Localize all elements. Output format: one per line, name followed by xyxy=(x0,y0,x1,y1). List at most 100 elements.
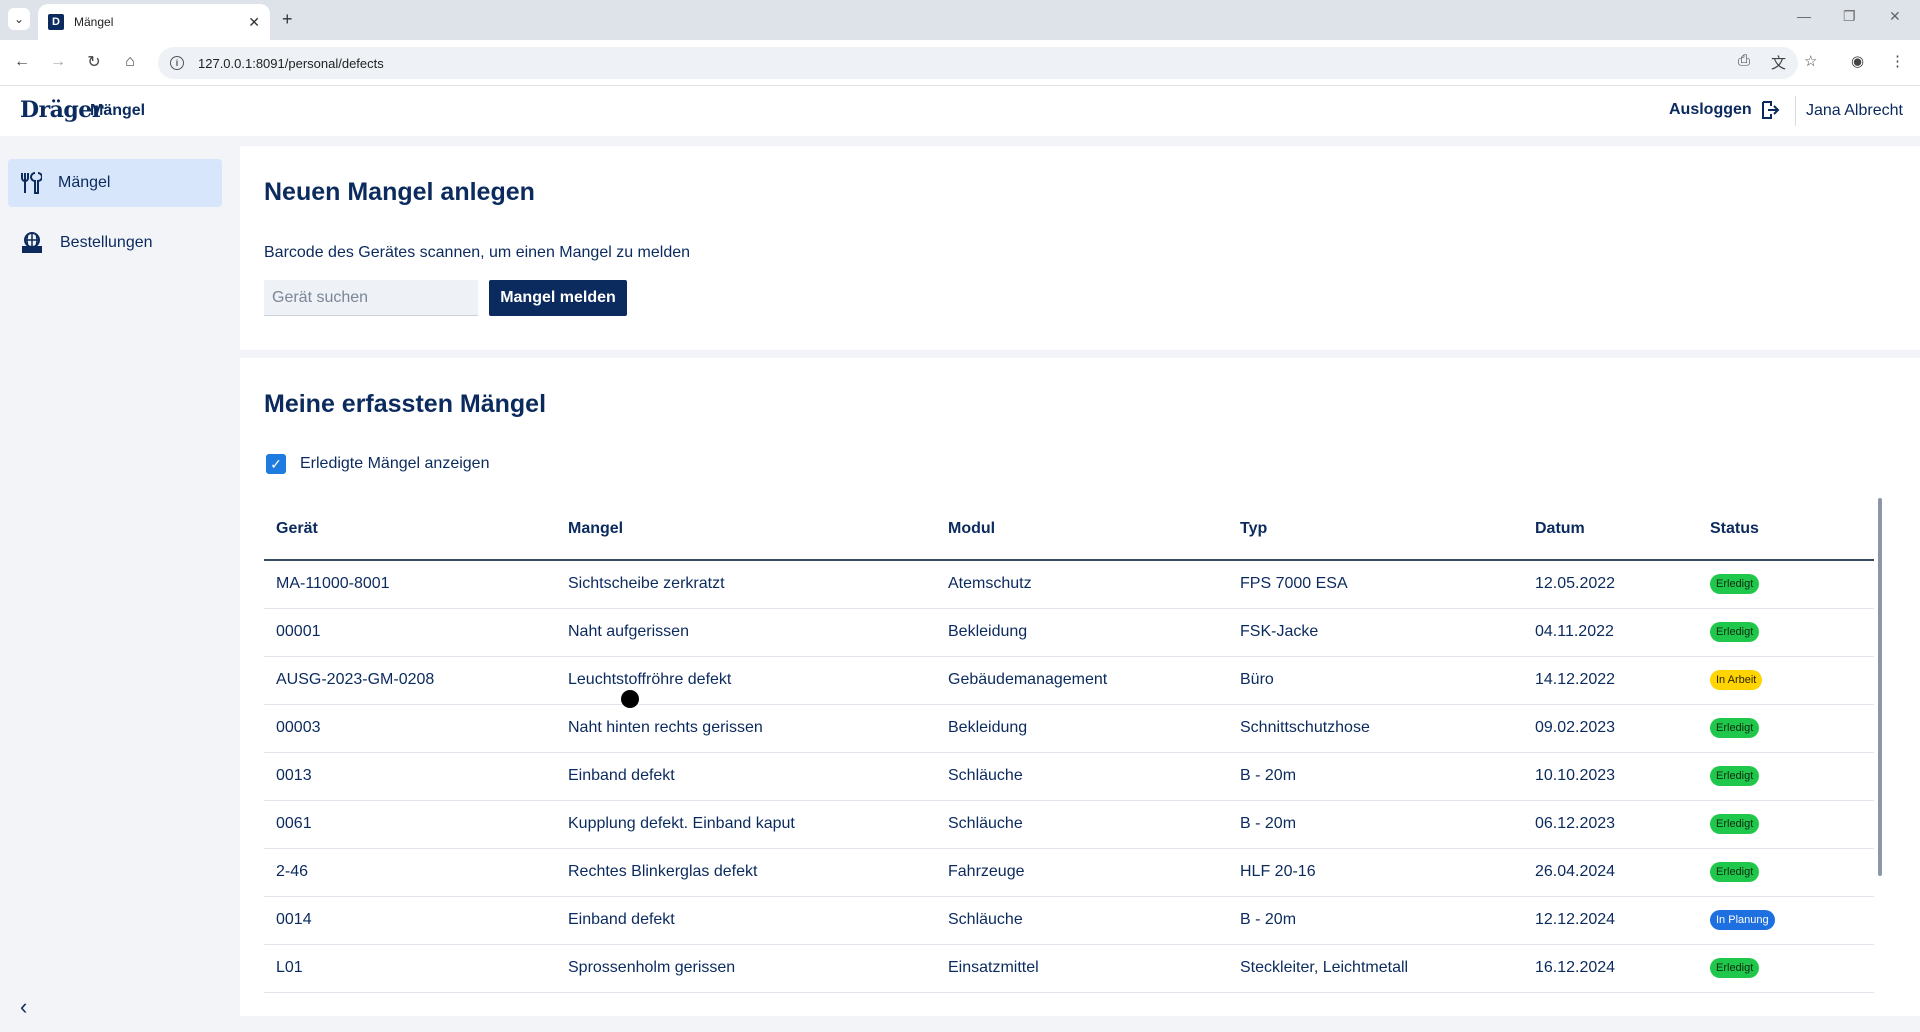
close-window-icon[interactable]: ✕ xyxy=(1889,8,1901,25)
cell-typ: FSK-Jacke xyxy=(1228,608,1523,657)
cell-typ: B - 20m xyxy=(1228,800,1523,849)
restore-icon[interactable]: ❐ xyxy=(1843,8,1856,25)
report-defect-button[interactable]: Mangel melden xyxy=(489,280,627,316)
column-header-datum[interactable]: Datum xyxy=(1523,498,1698,561)
close-tab-icon[interactable]: ✕ xyxy=(248,14,260,31)
cell-modul: Fahrzeuge xyxy=(936,848,1228,897)
cell-status: Erledigt xyxy=(1698,800,1874,849)
table-row[interactable]: 2-46 Rechtes Blinkerglas defekt Fahrzeuge H… xyxy=(264,848,1874,897)
create-defect-title: Neuen Mangel anlegen xyxy=(264,178,535,206)
status-badge: Erledigt xyxy=(1710,862,1760,882)
url-field[interactable]: i 127.0.0.1:8091/personal/defects xyxy=(158,47,1798,79)
cell-geraet: 00001 xyxy=(264,608,556,657)
mouse-cursor-indicator xyxy=(621,690,639,708)
sidebar-item-bestellungen[interactable]: Bestellungen xyxy=(8,219,222,267)
status-badge: Erledigt xyxy=(1710,958,1760,978)
profile-icon[interactable]: ◉ xyxy=(1851,52,1864,70)
status-badge: Erledigt xyxy=(1710,814,1760,834)
cell-status: Erledigt xyxy=(1698,848,1874,897)
column-header-modul[interactable]: Modul xyxy=(936,498,1228,561)
cell-mangel: Naht hinten rechts gerissen xyxy=(556,704,936,753)
sidebar-item-label: Mängel xyxy=(58,174,111,191)
translate-icon[interactable]: 文 xyxy=(1771,52,1786,73)
cell-mangel: Kupplung defekt. Einband kaput xyxy=(556,800,936,849)
cell-typ: HLF 20-16 xyxy=(1228,848,1523,897)
tab-search-chevron-icon[interactable]: ⌄ xyxy=(8,8,30,30)
device-search-input[interactable] xyxy=(264,280,478,316)
back-icon[interactable]: ← xyxy=(10,50,34,74)
globe-box-icon xyxy=(22,232,42,253)
cell-typ: Büro xyxy=(1228,656,1523,705)
table-row[interactable]: 0013 Einband defekt Schläuche B - 20m 10.10.… xyxy=(264,752,1874,801)
status-badge: Erledigt xyxy=(1710,718,1760,738)
column-header-geraet[interactable]: Gerät xyxy=(264,498,556,561)
defects-list-title: Meine erfassten Mängel xyxy=(264,390,547,418)
defects-list-card: Meine erfassten Mängel ✓ Erledigte Mänge… xyxy=(240,358,1920,1016)
cell-modul: Schläuche xyxy=(936,800,1228,849)
tab-title: Mängel xyxy=(74,15,114,29)
sidebar-item-maengel[interactable]: Mängel xyxy=(8,159,222,207)
cell-mangel: Einband defekt xyxy=(556,752,936,801)
cell-status: Erledigt xyxy=(1698,752,1874,801)
minimize-icon[interactable]: — xyxy=(1797,8,1811,24)
cell-typ: Steckleiter, Leichtmetall xyxy=(1228,944,1523,993)
tools-icon xyxy=(21,172,42,194)
status-badge: Erledigt xyxy=(1710,622,1760,642)
app-header: Dräger Mängel Ausloggen Jana Albrecht xyxy=(0,86,1920,136)
browser-tab-bar: ⌄ D Mängel ✕ + — ❐ ✕ xyxy=(0,0,1920,40)
cell-status: Erledigt xyxy=(1698,704,1874,753)
create-defect-description: Barcode des Gerätes scannen, um einen Ma… xyxy=(264,244,691,261)
cell-geraet: 00003 xyxy=(264,704,556,753)
defects-table: Gerät Mangel Modul Typ Datum Status MA-1… xyxy=(264,498,1874,993)
table-row[interactable]: AUSG-2023-GM-0208 Leuchtstoffröhre defekt… xyxy=(264,656,1874,705)
home-icon[interactable]: ⌂ xyxy=(118,50,142,74)
forward-icon[interactable]: → xyxy=(46,50,70,74)
cell-mangel: Sichtscheibe zerkratzt xyxy=(556,560,936,609)
user-name[interactable]: Jana Albrecht xyxy=(1806,102,1903,120)
collapse-sidebar-chevron-icon[interactable]: ‹ xyxy=(20,994,27,1020)
cell-mangel: Einband defekt xyxy=(556,896,936,945)
create-defect-card: Neuen Mangel anlegen Barcode des Gerätes… xyxy=(240,146,1920,350)
cell-typ: B - 20m xyxy=(1228,752,1523,801)
sidebar-item-label: Bestellungen xyxy=(60,234,153,251)
cell-typ: FPS 7000 ESA xyxy=(1228,560,1523,609)
table-row[interactable]: 00001 Naht aufgerissen Bekleidung FSK-Jacke… xyxy=(264,608,1874,657)
browser-tab[interactable]: D Mängel ✕ xyxy=(38,4,270,40)
cell-typ: Schnittschutzhose xyxy=(1228,704,1523,753)
show-done-checkbox[interactable]: ✓ xyxy=(266,454,286,474)
install-app-icon[interactable]: ⎙ xyxy=(1738,52,1750,69)
cell-geraet: L01 xyxy=(264,944,556,993)
app-title: Mängel xyxy=(90,102,146,119)
sidebar: Mängel Bestellungen ‹ xyxy=(0,136,240,1032)
column-header-status[interactable]: Status xyxy=(1698,498,1874,561)
url-text: 127.0.0.1:8091/personal/defects xyxy=(198,55,384,71)
bookmark-star-icon[interactable]: ☆ xyxy=(1804,52,1817,70)
table-row[interactable]: 0061 Kupplung defekt. Einband kaput Schläu… xyxy=(264,800,1874,849)
logout-icon xyxy=(1761,101,1780,119)
cell-datum: 16.12.2024 xyxy=(1523,944,1698,993)
new-tab-icon[interactable]: + xyxy=(282,9,293,30)
logout-label: Ausloggen xyxy=(1669,101,1752,118)
cell-datum: 14.12.2022 xyxy=(1523,656,1698,705)
logout-button[interactable]: Ausloggen xyxy=(1669,100,1780,120)
reload-icon[interactable]: ↻ xyxy=(82,50,106,74)
show-done-label: Erledigte Mängel anzeigen xyxy=(300,455,490,472)
table-row[interactable]: 00003 Naht hinten rechts gerissen Bekleidu… xyxy=(264,704,1874,753)
table-row[interactable]: L01 Sprossenholm gerissen Einsatzmittel Ste… xyxy=(264,944,1874,993)
column-header-mangel[interactable]: Mangel xyxy=(556,498,936,561)
cell-mangel: Rechtes Blinkerglas defekt xyxy=(556,848,936,897)
cell-datum: 06.12.2023 xyxy=(1523,800,1698,849)
table-scrollbar[interactable] xyxy=(1878,498,1882,876)
table-header-row: Gerät Mangel Modul Typ Datum Status xyxy=(264,498,1874,561)
cell-status: In Arbeit xyxy=(1698,656,1874,705)
table-row[interactable]: MA-11000-8001 Sichtscheibe zerkratzt Atems… xyxy=(264,560,1874,609)
cell-geraet: 0014 xyxy=(264,896,556,945)
cell-status: Erledigt xyxy=(1698,560,1874,609)
show-done-checkbox-row[interactable]: ✓ Erledigte Mängel anzeigen xyxy=(266,454,489,474)
cell-modul: Bekleidung xyxy=(936,608,1228,657)
site-info-icon[interactable]: i xyxy=(170,56,184,70)
browser-menu-icon[interactable]: ⋮ xyxy=(1890,52,1905,70)
column-header-typ[interactable]: Typ xyxy=(1228,498,1523,561)
table-row[interactable]: 0014 Einband defekt Schläuche B - 20m 12.12.… xyxy=(264,896,1874,945)
cell-mangel: Sprossenholm gerissen xyxy=(556,944,936,993)
